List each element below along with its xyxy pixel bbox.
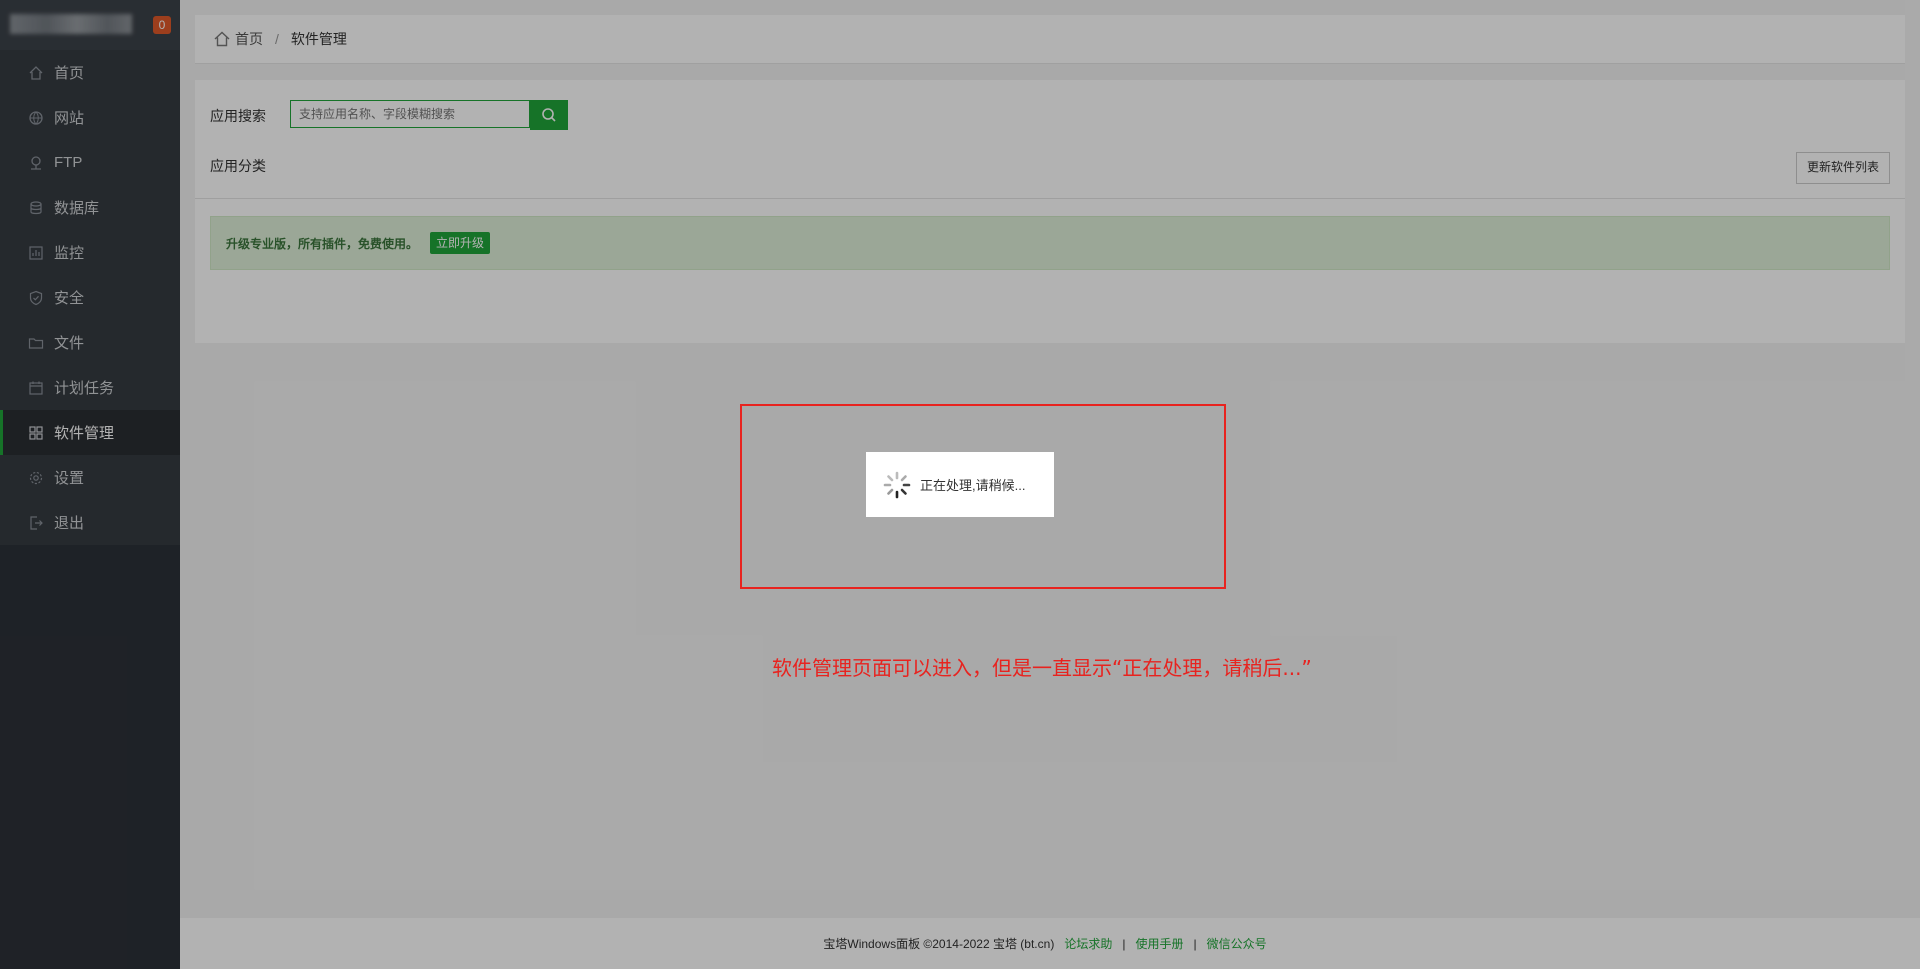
annotation-highlight-box <box>740 404 1226 589</box>
annotation-text: 软件管理页面可以进入，但是一直显示“正在处理，请稍后...” <box>772 656 1312 680</box>
